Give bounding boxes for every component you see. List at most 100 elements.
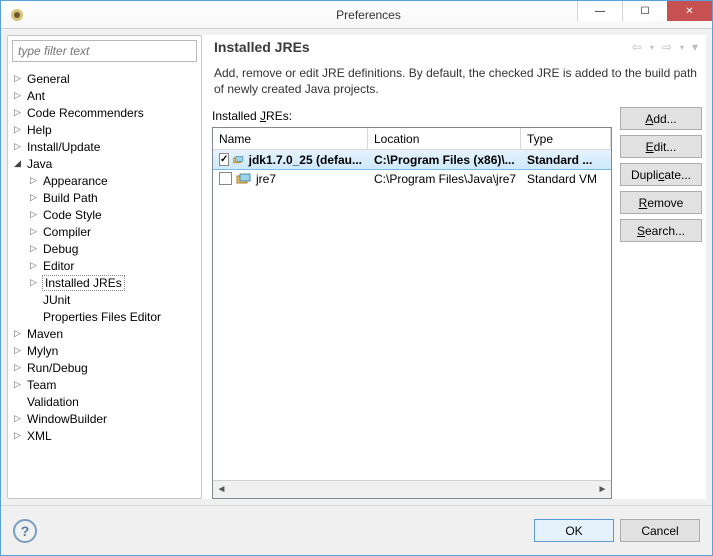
tree-item-label: Validation [26,395,80,409]
button-column: Add... Edit... Duplicate... Remove Searc… [620,107,702,499]
search-button[interactable]: Search... [620,219,702,242]
tree-item[interactable]: ▷General [8,70,201,87]
chevron-right-icon[interactable]: ▷ [14,328,26,339]
chevron-right-icon[interactable]: ▷ [14,413,26,424]
tree-item[interactable]: ▷Mylyn [8,342,201,359]
page-title: Installed JREs [214,39,630,55]
cancel-button[interactable]: Cancel [620,519,700,542]
chevron-right-icon[interactable]: ▷ [30,175,42,186]
tree-item[interactable]: ▷Ant [8,87,201,104]
tree-item-label: Properties Files Editor [42,310,162,324]
tree-item-label: WindowBuilder [26,412,108,426]
horizontal-scrollbar[interactable]: ◄ ► [213,480,611,498]
table-row[interactable]: ✓jdk1.7.0_25 (defau...C:\Program Files (… [213,150,611,169]
tree-item[interactable]: ▷Help [8,121,201,138]
tree-item[interactable]: JUnit [8,291,201,308]
table-body: ✓jdk1.7.0_25 (defau...C:\Program Files (… [213,150,611,480]
chevron-right-icon[interactable]: ▷ [30,192,42,203]
scroll-right-icon[interactable]: ► [594,484,611,495]
jre-icon [236,173,252,185]
body: ▷General▷Ant▷Code Recommenders▷Help▷Inst… [7,35,706,499]
tree-item[interactable]: ▷Compiler [8,223,201,240]
chevron-right-icon[interactable]: ▷ [14,430,26,441]
tree-item-label: General [26,72,71,86]
chevron-right-icon[interactable]: ▷ [30,226,42,237]
help-icon[interactable]: ? [13,519,37,543]
tree-item[interactable]: ▷Editor [8,257,201,274]
jre-table[interactable]: Name Location Type ✓jdk1.7.0_25 (defau..… [212,127,612,499]
table-label: Installed JREs: [212,107,612,127]
tree-item[interactable]: ▷Debug [8,240,201,257]
chevron-right-icon[interactable]: ▷ [14,73,26,84]
tree-item-label: Team [26,378,57,392]
add-button[interactable]: Add... [620,107,702,130]
tree-item[interactable]: ◢Java [8,155,201,172]
preferences-tree[interactable]: ▷General▷Ant▷Code Recommenders▷Help▷Inst… [8,66,201,498]
scroll-track[interactable] [230,483,594,497]
table-header: Name Location Type [213,128,611,150]
tree-item[interactable]: ▷Team [8,376,201,393]
jre-checkbox[interactable] [219,172,232,185]
chevron-right-icon[interactable]: ▷ [14,90,26,101]
tree-item-label: JUnit [42,293,71,307]
nav-arrows: ⇦▾ ⇨▾ ▾ [630,40,700,54]
tree-item[interactable]: ▷XML [8,427,201,444]
tree-item[interactable]: ▷WindowBuilder [8,410,201,427]
chevron-right-icon[interactable]: ▷ [14,345,26,356]
ok-button[interactable]: OK [534,519,614,542]
scroll-left-icon[interactable]: ◄ [213,484,230,495]
tree-item-label: Build Path [42,191,99,205]
column-name[interactable]: Name [213,128,368,149]
menu-icon[interactable]: ▾ [690,40,700,54]
chevron-right-icon[interactable]: ▷ [30,209,42,220]
titlebar[interactable]: Preferences — ☐ ✕ [1,1,712,29]
jre-name-label: jre7 [256,172,276,186]
back-icon[interactable]: ⇦ [630,40,644,54]
tree-item-label: Installed JREs [42,275,125,291]
tree-item[interactable]: ▷Install/Update [8,138,201,155]
table-row[interactable]: jre7C:\Program Files\Java\jre7Standard V… [213,169,611,188]
chevron-down-icon[interactable]: ◢ [14,158,26,169]
close-button[interactable]: ✕ [667,1,712,21]
tree-item[interactable]: ▷Run/Debug [8,359,201,376]
tree-item-label: Install/Update [26,140,101,154]
tree-item[interactable]: ▷Code Recommenders [8,104,201,121]
chevron-right-icon[interactable]: ▷ [30,243,42,254]
chevron-right-icon[interactable]: ▷ [30,260,42,271]
remove-button[interactable]: Remove [620,191,702,214]
duplicate-button[interactable]: Duplicate... [620,163,702,186]
column-location[interactable]: Location [368,128,521,149]
tree-item-label: Maven [26,327,64,341]
maximize-button[interactable]: ☐ [622,1,667,21]
tree-item[interactable]: ▷Installed JREs [8,274,201,291]
chevron-right-icon[interactable]: ▷ [14,124,26,135]
page-description: Add, remove or edit JRE definitions. By … [212,61,702,107]
minimize-button[interactable]: — [577,1,622,21]
tree-item-label: XML [26,429,53,443]
tree-item[interactable]: Properties Files Editor [8,308,201,325]
sidebar: ▷General▷Ant▷Code Recommenders▷Help▷Inst… [7,35,202,499]
tree-item[interactable]: ▷Build Path [8,189,201,206]
main-panel: Installed JREs ⇦▾ ⇨▾ ▾ Add, remove or ed… [202,35,706,499]
filter-input[interactable] [12,40,197,62]
chevron-right-icon[interactable]: ▷ [14,362,26,373]
chevron-right-icon[interactable]: ▷ [30,277,42,288]
edit-button[interactable]: Edit... [620,135,702,158]
tree-item[interactable]: ▷Appearance [8,172,201,189]
chevron-right-icon[interactable]: ▷ [14,141,26,152]
content-row: Installed JREs: Name Location Type ✓jdk1… [212,107,702,499]
tree-item-label: Java [26,157,53,171]
tree-item[interactable]: ▷Maven [8,325,201,342]
tree-item[interactable]: ▷Code Style [8,206,201,223]
chevron-right-icon[interactable]: ▷ [14,379,26,390]
tree-item[interactable]: Validation [8,393,201,410]
tree-item-label: Code Style [42,208,103,222]
jre-checkbox[interactable]: ✓ [219,153,229,166]
column-type[interactable]: Type [521,128,611,149]
preferences-window: Preferences — ☐ ✕ ▷General▷Ant▷Code Reco… [0,0,713,556]
forward-icon[interactable]: ⇨ [660,40,674,54]
footer: ? OK Cancel [1,505,712,555]
chevron-right-icon[interactable]: ▷ [14,107,26,118]
tree-item-label: Ant [26,89,46,103]
cell-type: Standard ... [521,153,611,167]
